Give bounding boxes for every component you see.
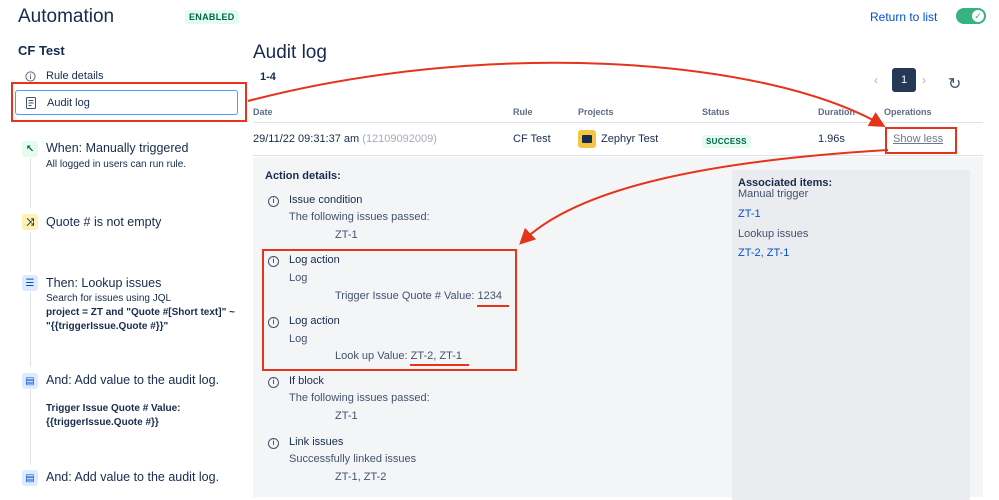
arrow-audit-to-show-less (247, 61, 886, 127)
annotation-arrows (247, 61, 889, 245)
arrow-show-less-to-log-actions (519, 149, 889, 245)
